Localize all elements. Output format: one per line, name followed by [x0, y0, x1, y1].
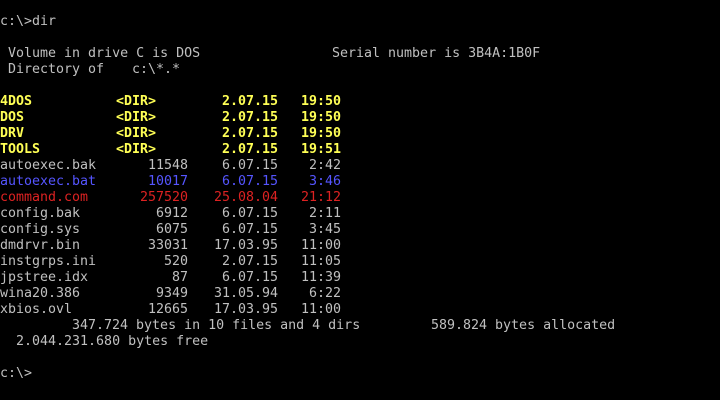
directory-entry: TOOLS <DIR> 2.07.15 19:51 [0, 142, 720, 158]
allocated-text: 589.824 bytes allocated [431, 318, 616, 333]
entry-time: 2:42 [308, 158, 341, 173]
entry-date: 2.07.15 [221, 126, 278, 141]
entry-size: 11548 [147, 158, 188, 173]
entry-dir-marker: <DIR> [116, 110, 157, 125]
entry-size: 87 [171, 270, 188, 285]
entry-dir-marker: <DIR> [116, 94, 157, 109]
entry-dir-marker: <DIR> [116, 142, 157, 157]
entry-date: 2.07.15 [221, 142, 278, 157]
entry-name: jpstree.idx [0, 270, 89, 285]
entry-time: 2:11 [308, 206, 341, 221]
file-entry: command.com 257520 25.08.04 21:12 [0, 190, 720, 206]
entry-date: 25.08.04 [213, 190, 278, 205]
file-entry: autoexec.bat 10017 6.07.15 3:46 [0, 174, 720, 190]
file-entry: wina20.386 9349 31.05.94 6:22 [0, 286, 720, 302]
free-space-text: 2.044.231.680 bytes free [16, 334, 209, 349]
entry-date: 6.07.15 [221, 174, 278, 189]
entry-time: 19:51 [300, 142, 341, 157]
file-entry: autoexec.bak 11548 6.07.15 2:42 [0, 158, 720, 174]
directory-entry: DOS <DIR> 2.07.15 19:50 [0, 110, 720, 126]
entry-size: 9349 [155, 286, 188, 301]
entry-date: 6.07.15 [221, 158, 278, 173]
file-entry: config.sys 6075 6.07.15 3:45 [0, 222, 720, 238]
entry-name: TOOLS [0, 142, 41, 157]
entry-time: 11:05 [300, 254, 341, 269]
entry-name: DRV [0, 126, 25, 141]
entry-name: command.com [0, 190, 89, 205]
dos-terminal-screen[interactable]: c:\> dir Volume in drive C is DOS Serial… [0, 0, 720, 400]
entry-size: 33031 [147, 238, 188, 253]
command-text: dir [32, 14, 57, 29]
entry-time: 11:39 [300, 270, 341, 285]
directory-path: c:\*.* [132, 62, 181, 77]
entry-date: 2.07.15 [221, 254, 278, 269]
entry-time: 11:00 [300, 238, 341, 253]
entry-name: autoexec.bat [0, 174, 97, 189]
serial-number: Serial number is 3B4A:1B0F [332, 46, 541, 61]
entry-size: 6912 [155, 206, 188, 221]
prompt: c:\> [0, 14, 33, 29]
entry-name: dmdrvr.bin [0, 238, 81, 253]
directory-of-label: Directory of [8, 62, 105, 77]
entry-dir-marker: <DIR> [116, 126, 157, 141]
entry-name: autoexec.bak [0, 158, 97, 173]
entry-time: 3:45 [308, 222, 341, 237]
entry-name: DOS [0, 110, 25, 125]
entry-time: 19:50 [300, 126, 341, 141]
entry-date: 31.05.94 [213, 286, 278, 301]
directory-entry: DRV <DIR> 2.07.15 19:50 [0, 126, 720, 142]
entry-time: 19:50 [300, 110, 341, 125]
entry-date: 17.03.95 [213, 238, 278, 253]
entry-time: 3:46 [308, 174, 341, 189]
file-entry: jpstree.idx 87 6.07.15 11:39 [0, 270, 720, 286]
directory-entry: 4DOS <DIR> 2.07.15 19:50 [0, 94, 720, 110]
file-entry: dmdrvr.bin 33031 17.03.95 11:00 [0, 238, 720, 254]
entry-date: 6.07.15 [221, 222, 278, 237]
entry-name: instgrps.ini [0, 254, 97, 269]
entry-date: 2.07.15 [221, 94, 278, 109]
volume-label: Volume in drive C is DOS [8, 46, 201, 61]
entry-name: xbios.ovl [0, 302, 73, 317]
volume-line: Volume in drive C is DOS Serial number i… [0, 46, 540, 62]
entry-size: 10017 [147, 174, 188, 189]
summary-line: 347.724 bytes in 10 files and 4 dirs 589… [0, 318, 615, 334]
entry-time: 11:00 [300, 302, 341, 317]
entry-name: config.bak [0, 206, 81, 221]
final-prompt-line: c:\> [0, 366, 32, 382]
entry-time: 6:22 [308, 286, 341, 301]
free-space-line: 2.044.231.680 bytes free [0, 334, 208, 350]
directory-of-line: Directory of c:\*.* [0, 62, 180, 78]
entry-date: 6.07.15 [221, 270, 278, 285]
entry-size: 257520 [139, 190, 188, 205]
entry-date: 17.03.95 [213, 302, 278, 317]
entry-size: 12665 [147, 302, 188, 317]
entry-date: 2.07.15 [221, 110, 278, 125]
entry-size: 520 [163, 254, 188, 269]
command-line: c:\> dir [0, 14, 56, 30]
entry-size: 6075 [155, 222, 188, 237]
entry-name: config.sys [0, 222, 81, 237]
entry-time: 19:50 [300, 94, 341, 109]
file-entry: instgrps.ini 520 2.07.15 11:05 [0, 254, 720, 270]
entry-date: 6.07.15 [221, 206, 278, 221]
file-entry: xbios.ovl 12665 17.03.95 11:00 [0, 302, 720, 318]
totals-text: 347.724 bytes in 10 files and 4 dirs [72, 318, 361, 333]
entry-name: wina20.386 [0, 286, 81, 301]
entry-time: 21:12 [300, 190, 341, 205]
entry-name: 4DOS [0, 94, 33, 109]
file-entry: config.bak 6912 6.07.15 2:11 [0, 206, 720, 222]
prompt: c:\> [0, 366, 33, 381]
